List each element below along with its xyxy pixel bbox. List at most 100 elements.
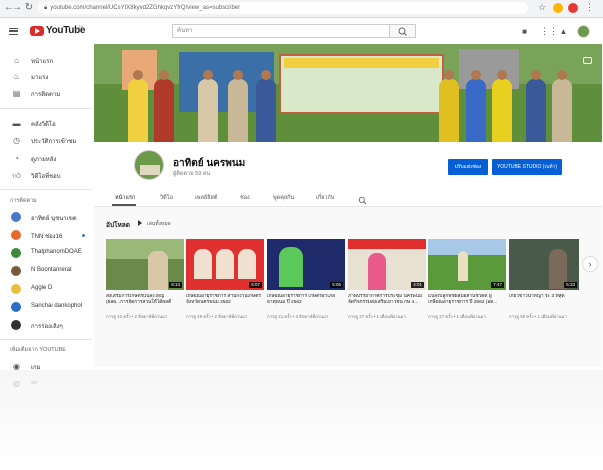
home-icon: ⌂ [14,56,19,65]
channel-avatar[interactable] [134,150,164,180]
video-duration: 7:47 [491,282,504,288]
extension-icon[interactable] [553,3,563,13]
tab-channels[interactable]: ช่อง [240,194,250,202]
like-icon: 👍︎ [12,171,21,180]
video-thumbnail[interactable]: 7:47 [428,239,506,290]
banner-head [133,70,143,80]
extension-red-icon[interactable] [568,3,578,13]
video-duration: 5:33 [564,282,577,288]
subscription-item[interactable]: ThatphanomDOAE [0,246,90,261]
reload-icon[interactable]: ↻ [24,2,34,14]
video-meta: การดู 49 ครั้ง • 2 สัปดาห์ที่ผ่านมา [186,314,248,319]
video-thumbnail[interactable]: 5:05 [267,239,345,290]
search-icon [398,27,407,36]
sidebar-item-trending[interactable]: ♨ มาแรง [0,69,90,84]
video-title[interactable]: เกษียณอายุราชการ เกษตรอำเภอธาตุพนม ปี 25… [267,294,345,306]
watch-later-icon: ◔ [14,154,19,163]
thumb-sky [106,239,184,259]
video-duration: 8:13 [169,282,182,288]
forward-arrow-icon[interactable]: → [12,2,22,14]
subscription-item[interactable]: อาทิตย์ นุชนาเขต [0,210,90,225]
tab-playlists[interactable]: เพลย์ลิสต์ [195,194,217,202]
thumb-person [238,249,256,279]
banner-head [471,70,481,80]
avatar [11,284,21,294]
address-bar[interactable]: 🔒︎ youtube.com/channel/UCsYtX8kyvd2ZGhkqv… [38,2,528,14]
sidebar-item-label: สด [31,380,38,386]
subscriptions-heading: การติดตาม [10,198,37,204]
reflection-fade [0,370,603,470]
sidebar-item-subscriptions[interactable]: ▤ การติดตาม [0,86,90,101]
sidebar-item-label: ประวัติการเข้าชม [31,139,77,145]
sidebar-item-library[interactable]: ▬ คลังวิดีโอ [0,116,90,131]
camera-icon[interactable] [583,57,592,64]
subscription-item[interactable]: TNN ช่อง16 [0,228,90,243]
subscription-label: Aggie D [31,285,53,291]
avatar [11,302,21,312]
sidebar-item-liked[interactable]: 👍︎ วิดีโอที่ชอบ [0,168,90,183]
notifications-bell-icon[interactable]: ▲ [559,27,568,36]
sidebar-item-live[interactable]: ◎ สด [0,376,90,391]
banner-person [228,79,248,142]
video-duration: 4:01 [411,282,424,288]
address-text: youtube.com/channel/UCsYtX8kyvd2ZGhkqvzY… [50,5,241,11]
apps-grid-icon[interactable]: ⋮⋮ [540,27,558,36]
subscription-label: ThatphanomDOAE [31,249,82,255]
subscriber-count: ผู้ติดตาม 59 คน [173,171,211,177]
subscription-item[interactable]: Sanchai dankophol [0,300,90,315]
subscription-item[interactable]: การร่องเลิงๆ [0,318,90,333]
tab-about[interactable]: เกี่ยวกับ [316,194,334,202]
subscription-label: การร่องเลิงๆ [31,324,63,330]
hamburger-menu-icon[interactable] [9,28,18,35]
tab-home[interactable]: หน้าแรก [115,194,135,202]
banner-person [526,79,546,142]
video-thumbnail[interactable]: 5:33 [509,239,579,290]
banner-head [233,70,243,80]
sidebar-item-history[interactable]: ◷ ประวัติการเข้าชม [0,133,90,148]
banner-person [492,79,512,142]
sidebar-item-label: วิดีโอที่ชอบ [31,174,61,180]
play-all-icon[interactable] [138,220,142,226]
video-thumbnail[interactable]: 4:01 [348,239,426,290]
subscription-item[interactable]: N Boontanrerat [0,264,90,279]
banner-head [159,70,169,80]
search-button[interactable] [390,24,416,38]
browser-menu-icon[interactable]: ⋮ [585,2,594,13]
sidebar-item-home[interactable]: ⌂ หน้าแรก [0,53,90,68]
video-title[interactable]: แปลงปลูกพืชผสมผสานชีวิตดี ผู้เกษียณอายุร… [428,294,506,306]
video-thumbnail[interactable]: 5:07 [186,239,264,290]
banner-person [154,79,174,142]
banner-person [198,79,218,142]
video-duration: 5:05 [330,282,343,288]
youtube-studio-button[interactable]: YOUTUBE STUDIO (เบต้า) [492,159,562,175]
banner-person [256,79,276,142]
trending-icon: ♨ [12,72,21,81]
bookmark-star-icon[interactable]: ☆ [538,2,546,13]
video-title[interactable]: ภาพบรรยากาศการประชุม นครพนม จัดกิจกรรมส่… [348,294,426,306]
sidebar-item-label: ดูภายหลัง [31,157,57,163]
logo-country-code: TH [78,24,84,29]
tab-discussion[interactable]: พูดคุยกัน [273,194,294,202]
video-thumbnail[interactable]: 8:13 [106,239,184,290]
sidebar-item-label: มาแรง [31,75,49,81]
banner-head [557,70,567,80]
account-avatar[interactable] [577,25,590,38]
carousel-next-icon[interactable]: › [582,256,598,272]
upload-video-icon[interactable]: ■ [520,27,529,36]
subscription-label: N Boontanrerat [31,267,72,273]
banner-head [261,70,271,80]
avatar [11,266,21,276]
video-title[interactable]: ส่งเสริมการเกษตรแปลงใหญ่ (ผลผ...การจัดกา… [106,294,184,306]
sidebar-item-watch-later[interactable]: ◔ ดูภายหลัง [0,151,90,166]
tab-videos[interactable]: วิดีโอ [160,194,173,202]
search-input[interactable]: ค้นหา [172,24,390,38]
logo-play-icon [35,28,40,34]
subscription-item[interactable]: Aggie D [0,282,90,297]
customize-channel-button[interactable]: ปรับแต่งช่อง [448,159,488,175]
video-title[interactable]: เกษียณอายุราชการ สำนักงานเกษตรจังหวัดนคร… [186,294,264,306]
avatar [11,248,21,258]
play-all-link[interactable]: เล่นทั้งหมด [147,220,171,228]
avatar [11,230,21,240]
video-title[interactable]: เกี่ยวข้าวนาหญ้า ระ 3 ที่สุด [509,294,579,300]
uploads-heading[interactable]: อัปโหลด [106,220,130,230]
